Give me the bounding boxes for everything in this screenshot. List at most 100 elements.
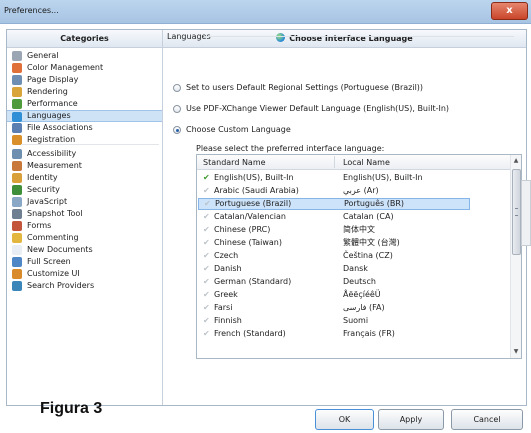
radio-label: Choose Custom Language <box>186 125 291 134</box>
new-documents-icon <box>12 245 22 255</box>
check-icon: ✔ <box>203 173 210 182</box>
language-local-name: عربي (Ar) <box>343 186 379 195</box>
panel-scrollbar-thumb[interactable] <box>521 180 531 246</box>
sidebar-item-languages[interactable]: Languages <box>7 110 162 122</box>
language-standard-name: French (Standard) <box>214 329 286 338</box>
language-standard-name: Czech <box>214 251 239 260</box>
language-row[interactable]: ✔ Arabic (Saudi Arabia) عربي (Ar) <box>198 185 510 197</box>
sidebar-item-label: JavaScript <box>27 197 68 206</box>
language-list-scrollbar[interactable]: ▲ ▼ <box>510 155 521 358</box>
scroll-down-arrow-icon[interactable]: ▼ <box>512 348 520 356</box>
sidebar-item-full-screen[interactable]: Full Screen <box>7 256 162 268</box>
color-management-icon <box>12 63 22 73</box>
language-list[interactable]: Standard Name Local Name ✔ English(US), B… <box>196 154 522 359</box>
identity-icon <box>12 173 22 183</box>
check-icon: ✔ <box>203 186 210 195</box>
language-local-name: Dansk <box>343 264 368 273</box>
panel-header: Choose Interface Language <box>163 30 526 48</box>
sidebar-item-security[interactable]: Security <box>7 184 162 196</box>
language-row[interactable]: ✔ Danish Dansk <box>198 263 510 275</box>
rendering-icon <box>12 87 22 97</box>
language-row[interactable]: ✔ Chinese (PRC) 简体中文 <box>198 224 510 236</box>
sidebar-item-label: Snapshot Tool <box>27 209 83 218</box>
sidebar-item-performance[interactable]: Performance <box>7 98 162 110</box>
language-row[interactable]: ✔ Farsi فارسی (FA) <box>198 302 510 314</box>
language-local-name: Čeština (CZ) <box>343 251 393 260</box>
sidebar-item-label: Accessibility <box>27 149 77 158</box>
figure-caption: Figura 3 <box>40 400 103 417</box>
language-standard-name: Chinese (PRC) <box>214 225 271 234</box>
file-associations-icon <box>12 123 22 133</box>
check-icon: ✔ <box>203 329 210 338</box>
language-row[interactable]: ✔ Catalan/Valencian Catalan (CA) <box>198 211 510 223</box>
sidebar-item-new-documents[interactable]: New Documents <box>7 244 162 256</box>
sidebar-item-snapshot-tool[interactable]: Snapshot Tool <box>7 208 162 220</box>
sidebar-item-label: Identity <box>27 173 58 182</box>
language-local-name: ÅëëçíéêÜ <box>343 290 381 299</box>
window-title: Preferences... <box>4 6 59 15</box>
commenting-icon <box>12 233 22 243</box>
apply-button[interactable]: Apply <box>378 409 444 430</box>
sidebar-item-forms[interactable]: Forms <box>7 220 162 232</box>
column-local-name[interactable]: Local Name <box>343 158 390 167</box>
sidebar-item-label: Commenting <box>27 233 79 242</box>
language-standard-name: Chinese (Taiwan) <box>214 238 282 247</box>
sidebar-item-label: Search Providers <box>27 281 95 290</box>
language-local-name: English(US), Built-In <box>343 173 423 182</box>
sidebar-item-general[interactable]: General <box>7 50 162 62</box>
language-row[interactable]: ✔ Chinese (Taiwan) 繁體中文 (台灣) <box>198 237 510 249</box>
sidebar-item-color-management[interactable]: Color Management <box>7 62 162 74</box>
language-standard-name: Arabic (Saudi Arabia) <box>214 186 299 195</box>
page-display-icon <box>12 75 22 85</box>
radio-button[interactable] <box>173 126 181 134</box>
language-row[interactable]: ✔ German (Standard) Deutsch <box>198 276 510 288</box>
sidebar-item-search-providers[interactable]: Search Providers <box>7 280 162 292</box>
javascript-icon <box>12 197 22 207</box>
sidebar-item-accessibility[interactable]: Accessibility <box>7 148 162 160</box>
sidebar-item-identity[interactable]: Identity <box>7 172 162 184</box>
sidebar-item-label: General <box>27 51 59 60</box>
sidebar-item-measurement[interactable]: Measurement <box>7 160 162 172</box>
sidebar-item-label: New Documents <box>27 245 93 254</box>
scroll-up-arrow-icon[interactable]: ▲ <box>512 157 520 165</box>
sidebar-item-page-display[interactable]: Page Display <box>7 74 162 86</box>
sidebar-item-label: File Associations <box>27 123 93 132</box>
accessibility-icon <box>12 149 22 159</box>
language-standard-name: Farsi <box>214 303 233 312</box>
language-row[interactable]: ✔ French (Standard) Français (FR) <box>198 328 510 340</box>
radio-button[interactable] <box>173 84 181 92</box>
scroll-thumb[interactable] <box>512 169 521 255</box>
language-local-name: Français (FR) <box>343 329 395 338</box>
column-standard-name[interactable]: Standard Name <box>203 158 266 167</box>
cancel-button[interactable]: Cancel <box>451 409 523 430</box>
sidebar-item-rendering[interactable]: Rendering <box>7 86 162 98</box>
check-icon: ✔ <box>204 199 211 208</box>
sidebar-item-javascript[interactable]: JavaScript <box>7 196 162 208</box>
sidebar-item-label: Rendering <box>27 87 68 96</box>
language-list-header: Standard Name Local Name <box>197 155 510 170</box>
full-screen-icon <box>12 257 22 267</box>
check-icon: ✔ <box>203 238 210 247</box>
ok-button[interactable]: OK <box>315 409 374 430</box>
language-row[interactable]: ✔ Finnish Suomi <box>198 315 510 327</box>
check-icon: ✔ <box>203 251 210 260</box>
sidebar-item-commenting[interactable]: Commenting <box>7 232 162 244</box>
language-row[interactable]: ✔ Portuguese (Brazil) Português (BR) <box>198 198 470 210</box>
scroll-grip-icon <box>515 208 518 216</box>
sidebar-item-label: Customize UI <box>27 269 80 278</box>
sidebar-item-label: Measurement <box>27 161 82 170</box>
sidebar-item-label: Forms <box>27 221 52 230</box>
sidebar-item-file-associations[interactable]: File Associations <box>7 122 162 134</box>
forms-icon <box>12 221 22 231</box>
close-button[interactable]: x <box>491 2 528 20</box>
sidebar-item-customize-ui[interactable]: Customize UI <box>7 268 162 280</box>
radio-button[interactable] <box>173 105 181 113</box>
language-row[interactable]: ✔ Greek ÅëëçíéêÜ <box>198 289 510 301</box>
sidebar-item-label: Performance <box>27 99 78 108</box>
radio-label: Use PDF-XChange Viewer Default Language … <box>186 104 450 113</box>
globe-icon <box>276 33 286 42</box>
sidebar-item-label: Languages <box>27 111 71 120</box>
language-row[interactable]: ✔ Czech Čeština (CZ) <box>198 250 510 262</box>
language-row[interactable]: ✔ English(US), Built-In English(US), Built… <box>198 172 510 184</box>
column-divider <box>334 156 335 168</box>
